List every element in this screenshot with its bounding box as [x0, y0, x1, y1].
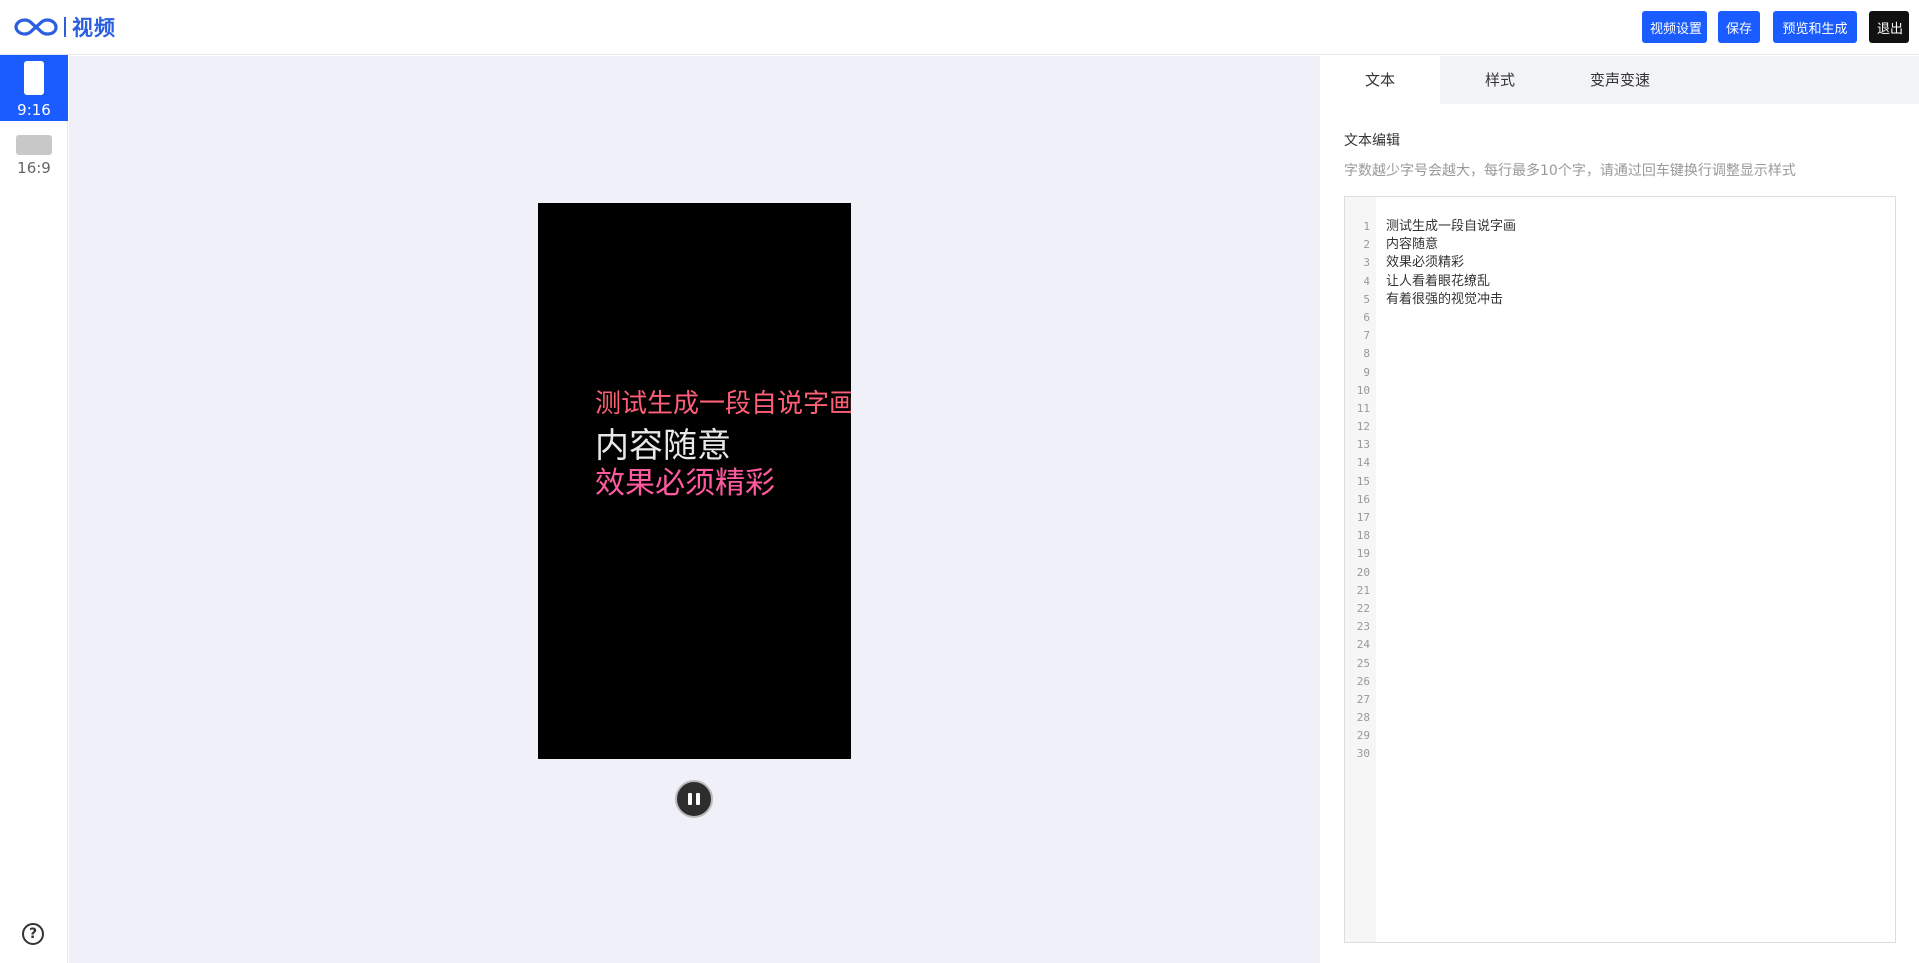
editor-content[interactable]: 测试生成一段自说字画 内容随意 效果必须精彩 让人看着眼花缭乱 有着很强的视觉冲击	[1386, 218, 1516, 309]
section-title: 文本编辑	[1344, 133, 1400, 149]
editor-line[interactable]: 内容随意	[1386, 236, 1516, 254]
line-number: 26	[1356, 674, 1370, 688]
line-number: 7	[1363, 329, 1370, 343]
logout-button[interactable]: 退出	[1869, 11, 1909, 43]
editor-line[interactable]: 测试生成一段自说字画	[1386, 218, 1516, 236]
line-number: 12	[1356, 420, 1370, 434]
line-number: 14	[1356, 456, 1370, 470]
line-number: 15	[1356, 474, 1370, 488]
line-number: 4	[1363, 274, 1370, 288]
preview-stage: 测试生成一段自说字画 内容随意 效果必须精彩	[69, 56, 1320, 963]
line-number: 8	[1363, 347, 1370, 361]
ratio-label: 9:16	[17, 101, 51, 119]
line-number: 5	[1363, 292, 1370, 306]
line-number: 20	[1356, 565, 1370, 579]
editor-line[interactable]: 效果必须精彩	[1386, 254, 1516, 272]
line-number: 17	[1356, 511, 1370, 524]
line-number: 13	[1356, 438, 1370, 452]
line-number: 18	[1356, 529, 1370, 543]
ratio-label: 16:9	[17, 159, 51, 177]
line-number: 2	[1363, 238, 1370, 252]
top-header: 视频 视频设置 保存 预览和生成 退出	[0, 0, 1919, 55]
line-number: 19	[1356, 547, 1370, 561]
logo-text: 视频	[72, 16, 116, 40]
aspect-ratio-sidebar: 9:16 16:9 ?	[0, 55, 68, 963]
properties-panel: 文本 样式 变声变速 文本编辑 字数越少字号会越大，每行最多10个字，请通过回车…	[1320, 56, 1919, 963]
preview-generate-button[interactable]: 预览和生成	[1773, 11, 1857, 43]
editor-line[interactable]: 让人看着眼花缭乱	[1386, 273, 1516, 291]
line-number: 22	[1356, 601, 1370, 615]
preview-text-line: 测试生成一段自说字画	[595, 389, 851, 419]
line-number: 6	[1363, 310, 1370, 324]
text-editor[interactable]: 1 2 3 4 5 6 7 8 9 10 11 12 13 14 15 16 17 18 19 20 21 22 23 24 2…	[1344, 196, 1896, 943]
line-number: 24	[1356, 638, 1370, 652]
line-number: 25	[1356, 656, 1370, 670]
editor-line[interactable]: 有着很强的视觉冲击	[1386, 291, 1516, 309]
preview-text-line: 效果必须精彩	[595, 466, 775, 501]
tab-style[interactable]: 样式	[1440, 56, 1560, 104]
panel-tabs: 文本 样式 变声变速	[1320, 56, 1919, 104]
app-logo[interactable]: 视频	[14, 14, 116, 40]
line-number: 21	[1356, 583, 1370, 597]
line-number: 11	[1356, 401, 1370, 415]
ratio-option-16-9[interactable]: 16:9	[0, 129, 68, 195]
infinity-logo-icon	[14, 18, 58, 36]
pause-button[interactable]	[675, 780, 713, 818]
save-button[interactable]: 保存	[1718, 11, 1760, 43]
section-hint: 字数越少字号会越大，每行最多10个字，请通过回车键换行调整显示样式	[1344, 163, 1796, 179]
line-number: 1	[1363, 220, 1370, 233]
line-number-gutter: 1 2 3 4 5 6 7 8 9 10 11 12 13 14 15 16 17 18 19 20 21 22 23 24 2…	[1345, 197, 1376, 942]
line-number: 29	[1356, 729, 1370, 743]
portrait-ratio-icon	[24, 61, 44, 95]
tab-text[interactable]: 文本	[1320, 56, 1440, 104]
line-number: 28	[1356, 711, 1370, 725]
line-number: 23	[1356, 620, 1370, 634]
ratio-option-9-16[interactable]: 9:16	[0, 55, 68, 121]
tab-voice-speed[interactable]: 变声变速	[1560, 56, 1680, 104]
line-number: 30	[1356, 747, 1370, 761]
line-number: 9	[1363, 365, 1370, 379]
line-number: 10	[1356, 383, 1370, 397]
pause-icon	[696, 793, 700, 805]
line-number: 16	[1356, 492, 1370, 506]
line-number: 27	[1356, 692, 1370, 706]
video-settings-button[interactable]: 视频设置	[1642, 11, 1707, 43]
logo-separator	[64, 17, 66, 37]
help-icon[interactable]: ?	[22, 923, 44, 945]
line-number: 3	[1363, 256, 1370, 270]
pause-icon	[688, 793, 692, 805]
landscape-ratio-icon	[16, 135, 52, 155]
video-preview: 测试生成一段自说字画 内容随意 效果必须精彩	[538, 203, 851, 759]
